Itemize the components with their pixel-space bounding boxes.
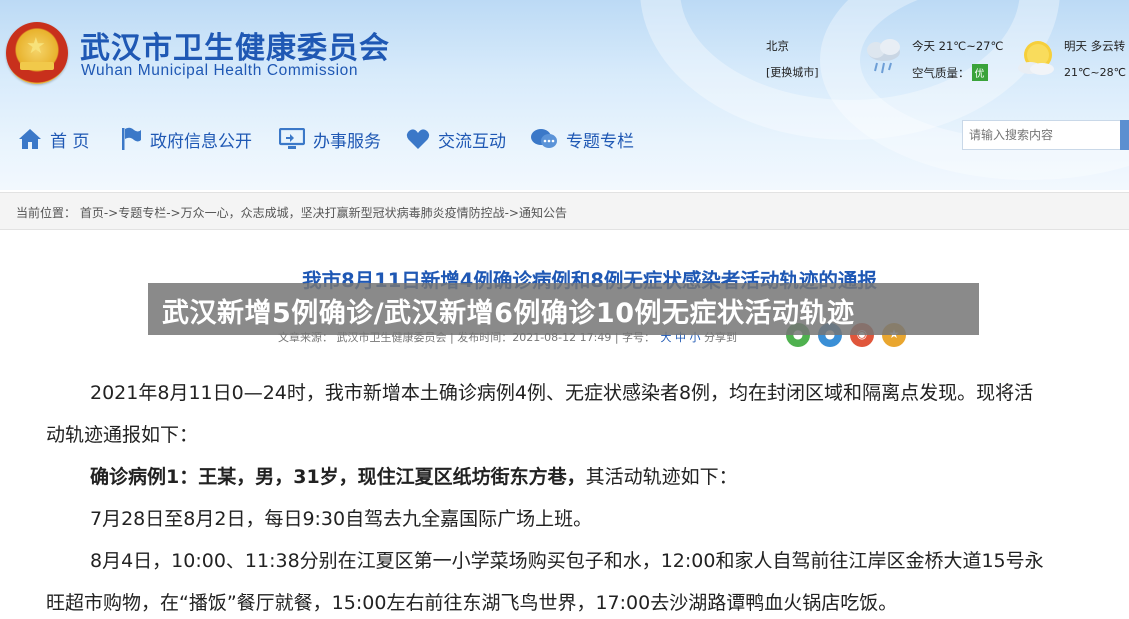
chat-icon [531,129,557,148]
paragraph: 旺超市购物，在“播饭”餐厅就餐，15:00左右前往东湖飞鸟世界，17:00去沙湖… [46,592,898,614]
weather-today: 今天 21℃~27℃ [912,39,1004,53]
paragraph: 2021年8月11日0—24时，我市新增本土确诊病例4例、无症状感染者8例，均在… [90,382,1034,404]
search-input[interactable] [962,120,1122,150]
case-heading-rest: 其活动轨迹如下： [585,466,738,488]
weather-tomorrow: 明天 多云转 [1064,39,1126,53]
star-icon: ★ [26,34,46,59]
header-decoration [820,0,1129,180]
flag-icon [122,127,141,150]
air-quality-label: 空气质量： [912,66,970,80]
case-heading: 确诊病例1：王某，男，31岁，现住江夏区纸坊街东方巷，其活动轨迹如下： [46,456,1126,498]
nav-item-gov-info[interactable]: 政府信息公开 [120,126,252,152]
paragraph: 动轨迹通报如下： [46,424,199,446]
nav-item-services[interactable]: 办事服务 [279,126,381,152]
nav-item-interaction[interactable]: 交流互动 [406,126,506,152]
nav-item-home[interactable]: 首 页 [18,126,89,152]
paragraph: 8月4日，10:00、11:38分别在江夏区第一小学菜场购买包子和水，12:00… [90,550,1044,572]
nav-item-topics[interactable]: 专题专栏 [530,126,634,152]
case-heading-bold: 确诊病例1：王某，男，31岁，现住江夏区纸坊街东方巷， [90,466,586,488]
nav-item-label: 交流互动 [438,131,506,152]
headline-overlay-banner: 武汉新增5例确诊/武汉新增6例确诊10例无症状活动轨迹 [148,283,979,335]
nav-item-label: 政府信息公开 [150,131,252,152]
air-quality-badge: 优 [971,64,988,81]
article-body: 2021年8月11日0—24时，我市新增本土确诊病例4例、无症状感染者8例，均在… [46,372,1126,619]
national-emblem-logo[interactable]: ★ [6,22,68,84]
change-city-link[interactable]: [更换城市] [766,64,819,80]
site-header: ★ 武汉市卫生健康委员会 Wuhan Municipal Health Comm… [0,0,1129,190]
weather-city: 北京 [766,39,789,53]
site-title[interactable]: 武汉市卫生健康委员会 [80,23,390,67]
cloud-rain-icon [867,39,900,74]
weather-tomorrow-temp: 21℃~28℃ [1064,66,1126,79]
air-quality: 空气质量：优 [912,64,988,81]
nav-item-label: 办事服务 [313,131,381,152]
nav-item-label: 专题专栏 [566,131,634,152]
breadcrumb[interactable]: 当前位置： 首页->专题专栏->万众一心，众志成城，坚决打赢新型冠状病毒肺炎疫情… [16,204,567,221]
nav-item-label: 首 页 [50,131,90,152]
sun-cloud-icon [1018,41,1054,75]
heart-icon [406,129,430,149]
paragraph: 7月28日至8月2日，每日9:30自驾去九全嘉国际广场上班。 [90,508,593,530]
headline-overlay-text: 武汉新增5例确诊/武汉新增6例确诊10例无症状活动轨迹 [162,298,855,329]
site-title-english: Wuhan Municipal Health Commission [81,62,359,79]
monitor-icon [279,128,305,149]
home-icon [19,129,41,149]
search-button[interactable] [1120,120,1129,150]
